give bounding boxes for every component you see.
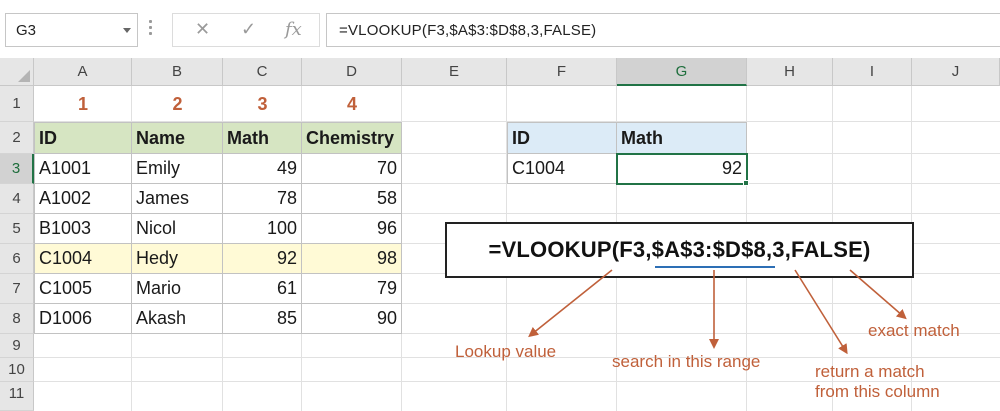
column-header-d[interactable]: D	[302, 58, 402, 86]
row-header-4[interactable]: 4	[0, 184, 34, 214]
insert-function-icon[interactable]: fx	[285, 19, 302, 40]
label-lookup-value: Lookup value	[455, 342, 557, 361]
name-box-value: G3	[16, 22, 37, 39]
lookup-header-math[interactable]: Math	[617, 122, 747, 154]
column-header-a[interactable]: A	[34, 58, 132, 86]
column-number-1: 1	[77, 93, 88, 114]
lookup-id-cell[interactable]: C1004	[507, 154, 617, 184]
more-options-icon[interactable]	[149, 20, 153, 38]
formula-suffix: ,3,FALSE)	[765, 237, 871, 262]
column-header-i[interactable]: I	[833, 58, 912, 86]
formula-prefix: =VLOOKUP(F3,	[488, 237, 652, 262]
lookup-header-id[interactable]: ID	[507, 122, 617, 154]
table-header-math[interactable]: Math	[223, 122, 302, 154]
table-cell[interactable]: B1003	[34, 214, 132, 244]
label-search-range: search in this range	[612, 352, 761, 371]
formula-text: =VLOOKUP(F3,$A$3:$D$8,3,FALSE)	[339, 22, 597, 39]
row-header-2[interactable]: 2	[0, 122, 34, 154]
formula-bar: G3 ✕ ✓ fx =VLOOKUP(F3,$A$3:$D$8,3,FALSE)	[0, 0, 1000, 58]
row-header-1[interactable]: 1	[0, 86, 34, 122]
row-header-10[interactable]: 10	[0, 358, 34, 382]
table-cell-highlighted[interactable]: Hedy	[132, 244, 223, 274]
formula-buttons: ✕ ✓ fx	[172, 13, 320, 47]
column-header-c[interactable]: C	[223, 58, 302, 86]
table-cell[interactable]: 100	[223, 214, 302, 244]
row-header-7[interactable]: 7	[0, 274, 34, 304]
column-header-j[interactable]: J	[912, 58, 1000, 86]
formula-callout: =VLOOKUP(F3, $A$3:$D$8,3,FALSE)	[445, 222, 914, 278]
table-cell[interactable]: 96	[302, 214, 402, 244]
table-header-chemistry[interactable]: Chemistry	[302, 122, 402, 154]
table-cell-highlighted[interactable]: C1004	[34, 244, 132, 274]
row-header-6[interactable]: 6	[0, 244, 34, 274]
table-header-id[interactable]: ID	[34, 122, 132, 154]
table-cell[interactable]: James	[132, 184, 223, 214]
select-all-button[interactable]	[0, 58, 34, 86]
column-header-e[interactable]: E	[402, 58, 507, 86]
fill-handle[interactable]	[743, 180, 749, 186]
table-cell[interactable]: 85	[223, 304, 302, 334]
formula-input[interactable]: =VLOOKUP(F3,$A$3:$D$8,3,FALSE)	[326, 13, 1000, 47]
table-cell[interactable]: 61	[223, 274, 302, 304]
label-exact-match: exact match	[868, 321, 960, 340]
column-header-f[interactable]: F	[507, 58, 617, 86]
name-box[interactable]: G3	[5, 13, 138, 47]
active-cell-selection	[616, 153, 748, 185]
chevron-down-icon[interactable]	[123, 28, 131, 33]
table-cell[interactable]: 78	[223, 184, 302, 214]
table-cell[interactable]: C1005	[34, 274, 132, 304]
table-cell[interactable]: 70	[302, 154, 402, 184]
table-cell-highlighted[interactable]: 92	[223, 244, 302, 274]
table-cell[interactable]: 49	[223, 154, 302, 184]
label-return-match-2: from this column	[815, 382, 940, 401]
check-icon[interactable]: ✓	[241, 19, 256, 40]
table-cell[interactable]: Nicol	[132, 214, 223, 244]
row-header-5[interactable]: 5	[0, 214, 34, 244]
formula-range: $A$3:$D$8	[651, 237, 766, 262]
row-header-9[interactable]: 9	[0, 334, 34, 358]
table-cell[interactable]: D1006	[34, 304, 132, 334]
table-cell[interactable]: A1002	[34, 184, 132, 214]
table-cell[interactable]: Emily	[132, 154, 223, 184]
table-cell[interactable]: Mario	[132, 274, 223, 304]
table-cell[interactable]: A1001	[34, 154, 132, 184]
column-header-g[interactable]: G	[617, 58, 747, 86]
table-cell[interactable]: 58	[302, 184, 402, 214]
table-cell[interactable]: 90	[302, 304, 402, 334]
table-header-name[interactable]: Name	[132, 122, 223, 154]
row-header-8[interactable]: 8	[0, 304, 34, 334]
formula-callout-text: =VLOOKUP(F3, $A$3:$D$8,3,FALSE)	[447, 224, 912, 276]
range-underline	[655, 266, 775, 268]
table-cell[interactable]: 79	[302, 274, 402, 304]
column-number-3: 3	[257, 93, 268, 114]
close-icon[interactable]: ✕	[195, 19, 210, 40]
column-number-2: 2	[172, 93, 183, 114]
column-header-b[interactable]: B	[132, 58, 223, 86]
row-header-11[interactable]: 11	[0, 382, 34, 411]
table-cell-highlighted[interactable]: 98	[302, 244, 402, 274]
row-header-3[interactable]: 3	[0, 154, 34, 184]
column-number-4: 4	[346, 93, 357, 114]
column-header-h[interactable]: H	[747, 58, 833, 86]
label-return-match-1: return a match	[815, 362, 925, 381]
table-cell[interactable]: Akash	[132, 304, 223, 334]
